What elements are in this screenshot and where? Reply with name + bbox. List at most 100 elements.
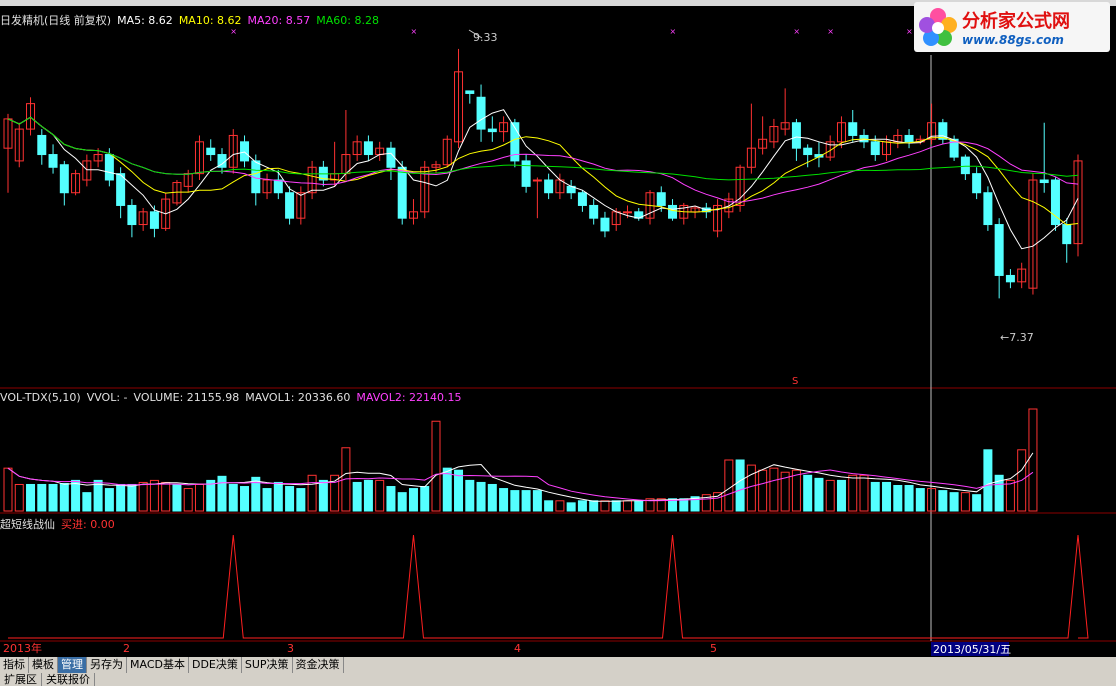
candle-body bbox=[960, 156, 970, 175]
tick-marks: × × × × × × bbox=[230, 27, 912, 36]
volume-bar bbox=[589, 500, 599, 512]
tab-template[interactable]: 模板 bbox=[29, 657, 58, 673]
vvol-value: VVOL: - bbox=[86, 391, 128, 404]
tab-save-as[interactable]: 另存为 bbox=[87, 657, 127, 673]
volume-header: VOL-TDX(5,10) VVOL: - VOLUME: 21155.98 MAVO… bbox=[0, 391, 468, 404]
candle-body bbox=[1062, 224, 1072, 245]
volume-bar bbox=[273, 481, 283, 512]
candle-body bbox=[544, 179, 554, 194]
volume-bar bbox=[104, 488, 114, 512]
candle-body bbox=[994, 224, 1004, 276]
volume-bar bbox=[48, 483, 58, 512]
candle-body bbox=[1005, 274, 1015, 283]
candle-body bbox=[1039, 179, 1049, 184]
candle-body bbox=[127, 204, 137, 226]
volume-bar bbox=[769, 467, 779, 512]
price-chart: 9.33 ←7.37 S 2013年 2 3 4 5 2013/05/31/五 … bbox=[0, 27, 1116, 656]
volume-bar bbox=[521, 490, 531, 512]
date-label-1: 2 bbox=[123, 642, 130, 655]
volume-bar bbox=[870, 481, 880, 512]
volume-bar bbox=[634, 500, 644, 512]
volume-bar bbox=[791, 469, 801, 512]
tab-indicator[interactable]: 指标 bbox=[0, 657, 29, 673]
volume-bar bbox=[71, 479, 81, 512]
volume-bar bbox=[1005, 479, 1015, 512]
volume-bar bbox=[59, 482, 69, 512]
volume-bar bbox=[262, 488, 272, 512]
candle-body bbox=[904, 134, 914, 143]
volume-bar bbox=[465, 479, 475, 512]
ma5-value: MA5: 8.62 bbox=[117, 14, 173, 27]
flower-icon bbox=[919, 8, 957, 46]
volume-bar bbox=[183, 488, 193, 512]
mavol2-value: MAVOL2: 22140.15 bbox=[356, 391, 462, 404]
volume-bar bbox=[386, 486, 396, 512]
volume-bar bbox=[318, 479, 328, 512]
tab-related-quotes[interactable]: 关联报价 bbox=[42, 673, 95, 686]
ma20-value: MA20: 8.57 bbox=[247, 14, 311, 27]
volume-bar bbox=[194, 483, 204, 512]
candle-body bbox=[803, 147, 813, 156]
volume-bar bbox=[138, 481, 148, 512]
volume-bar bbox=[26, 483, 36, 512]
volume-bar bbox=[397, 492, 407, 512]
candle-body bbox=[149, 211, 159, 229]
candle-body bbox=[532, 179, 542, 182]
buy-signal-line bbox=[8, 534, 1089, 639]
tab-manage[interactable]: 管理 bbox=[58, 657, 87, 673]
low-annotation: ←7.37 bbox=[1000, 331, 1034, 344]
candle-body bbox=[273, 179, 283, 194]
candle-body bbox=[577, 192, 587, 206]
volume-bar bbox=[206, 479, 216, 512]
volume-bar bbox=[532, 490, 542, 512]
candle-body bbox=[363, 141, 373, 156]
volume-bar bbox=[172, 483, 182, 512]
ma60-line bbox=[7, 116, 1079, 181]
candle-body bbox=[487, 128, 497, 133]
volume-bar bbox=[713, 492, 723, 512]
volume-bar bbox=[577, 500, 587, 512]
tab-macd[interactable]: MACD基本 bbox=[127, 657, 189, 673]
logo-title: 分析家公式网 bbox=[962, 11, 1070, 32]
price-header: 日发精机(日线 前复权) MA5: 8.62 MA10: 8.62 MA20: 8.5… bbox=[0, 12, 385, 28]
volume-bar bbox=[127, 483, 137, 512]
volume-bar bbox=[882, 481, 892, 512]
volume-bar bbox=[217, 475, 227, 512]
volume-bar bbox=[735, 459, 745, 512]
volume-bar bbox=[285, 486, 295, 512]
candle-body bbox=[240, 141, 250, 162]
volume-bar bbox=[37, 483, 47, 512]
marker-x: × bbox=[670, 27, 677, 36]
volume-bar bbox=[363, 479, 373, 512]
moving-average-lines bbox=[7, 109, 1079, 250]
candle-body bbox=[48, 154, 58, 168]
bottom-tab-bar: 扩展区 关联报价 bbox=[0, 673, 1116, 686]
marker-x: × bbox=[827, 27, 834, 36]
tab-extension-area[interactable]: 扩展区 bbox=[0, 673, 42, 686]
candle-body bbox=[104, 154, 114, 181]
mavol1-value: MAVOL1: 20336.60 bbox=[245, 391, 351, 404]
tab-dde[interactable]: DDE决策 bbox=[189, 657, 242, 673]
volume-bar bbox=[927, 488, 937, 512]
volume-bar bbox=[814, 477, 824, 512]
volume-bar bbox=[499, 488, 509, 512]
candle-body bbox=[521, 160, 531, 187]
candle-body bbox=[37, 134, 47, 156]
candle-body bbox=[476, 96, 486, 130]
indicator-name: 超短线战仙 bbox=[0, 518, 55, 531]
volume-bar bbox=[420, 486, 430, 512]
candle-body bbox=[59, 164, 69, 194]
volume-bar bbox=[848, 474, 858, 512]
volume-bars bbox=[3, 408, 1038, 512]
candle-body bbox=[668, 204, 678, 219]
ma10-line bbox=[7, 116, 1079, 226]
volume-bar bbox=[938, 490, 948, 512]
candle-body bbox=[656, 192, 666, 206]
tab-funds[interactable]: 资金决策 bbox=[293, 657, 344, 673]
tab-sup[interactable]: SUP决策 bbox=[242, 657, 293, 673]
volume-bar bbox=[724, 459, 734, 512]
volume-bar bbox=[3, 467, 13, 512]
volume-bar bbox=[431, 420, 441, 512]
volume-bar bbox=[82, 492, 92, 512]
volume-bar bbox=[859, 474, 869, 512]
